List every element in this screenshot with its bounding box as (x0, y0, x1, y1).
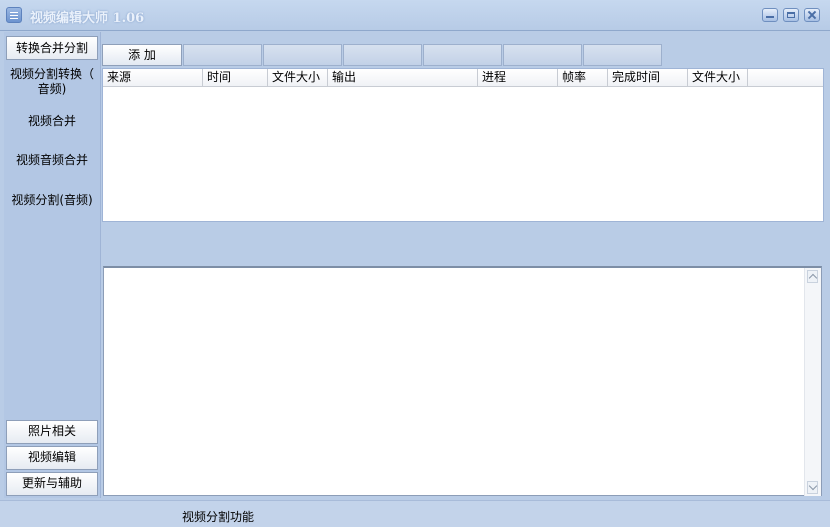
nav-video-split-convert[interactable]: 视频分割转换（ 音频) (4, 67, 100, 97)
toolbar-button-disabled (183, 44, 262, 66)
column-header-empty (748, 69, 823, 86)
window-title: 视频编辑大师 1.06 (30, 11, 145, 26)
toolbar-button-disabled (343, 44, 422, 66)
sidebar: 转换合并分割 视频分割转换（ 音频) 视频合并 视频音频合并 视频分割(音频) … (4, 32, 101, 498)
title-bar: 视频编辑大师 1.06 (0, 0, 830, 31)
column-header-progress[interactable]: 进程 (478, 69, 558, 86)
log-textarea[interactable] (103, 266, 822, 496)
scroll-up-icon[interactable] (807, 270, 818, 283)
minimize-icon[interactable] (762, 8, 778, 22)
column-header-source[interactable]: 来源 (103, 69, 203, 86)
toolbar-button-disabled (423, 44, 502, 66)
toolbar-button-disabled (263, 44, 342, 66)
nav-label-line1: 视频分割转换（ (9, 67, 94, 81)
table-header: 来源 时间 文件大小 输出 进程 帧率 完成时间 文件大小 (103, 69, 823, 87)
status-bar: 视频分割功能 (0, 500, 830, 527)
column-header-output-size[interactable]: 文件大小 (688, 69, 748, 86)
add-button[interactable]: 添 加 (102, 44, 182, 66)
update-help-button[interactable]: 更新与辅助 (6, 472, 98, 496)
nav-video-merge[interactable]: 视频合并 (4, 114, 100, 129)
column-header-time[interactable]: 时间 (203, 69, 268, 86)
video-edit-button[interactable]: 视频编辑 (6, 446, 98, 470)
column-header-file-size[interactable]: 文件大小 (268, 69, 328, 86)
column-header-output[interactable]: 输出 (328, 69, 478, 86)
vertical-scrollbar[interactable] (804, 268, 821, 496)
convert-merge-split-button[interactable]: 转换合并分割 (6, 36, 98, 60)
close-icon[interactable] (804, 8, 820, 22)
maximize-icon[interactable] (783, 8, 799, 22)
photo-related-button[interactable]: 照片相关 (6, 420, 98, 444)
nav-video-audio-merge[interactable]: 视频音频合并 (4, 153, 100, 168)
file-list-table[interactable]: 来源 时间 文件大小 输出 进程 帧率 完成时间 文件大小 (102, 68, 824, 222)
list-menu-icon[interactable] (6, 7, 22, 23)
toolbar-button-disabled (503, 44, 582, 66)
scroll-down-icon[interactable] (807, 481, 818, 494)
nav-video-split-audio[interactable]: 视频分割(音频) (4, 193, 100, 208)
toolbar-button-disabled (583, 44, 662, 66)
status-text: 视频分割功能 (182, 510, 255, 524)
column-header-frame-rate[interactable]: 帧率 (558, 69, 608, 86)
column-header-finish-time[interactable]: 完成时间 (608, 69, 688, 86)
nav-label-line2: 音频) (37, 82, 67, 96)
